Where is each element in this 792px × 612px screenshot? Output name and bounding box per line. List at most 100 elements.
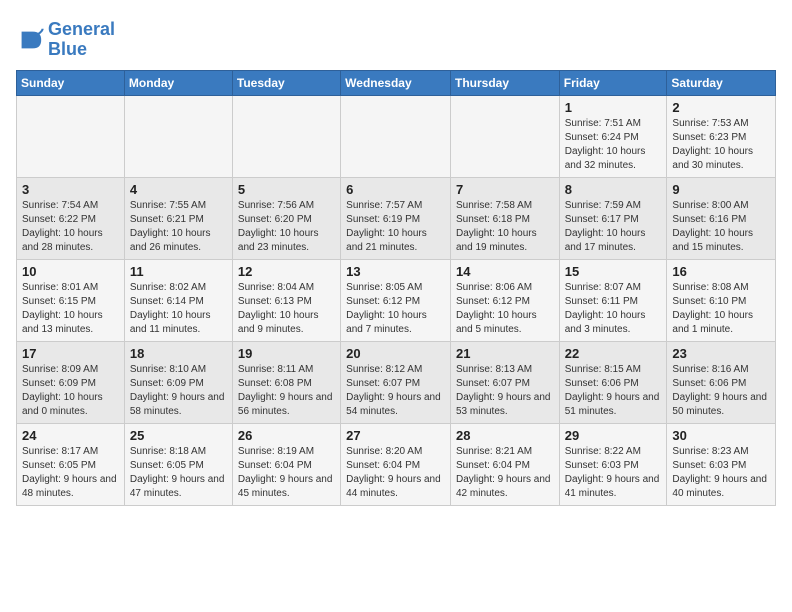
day-info: Sunrise: 8:17 AM Sunset: 6:05 PM Dayligh… [22, 445, 119, 501]
calendar-cell-w1d5: 8 Sunrise: 7:59 AM Sunset: 6:17 PM Daylig… [559, 177, 667, 259]
day-info: Sunrise: 8:02 AM Sunset: 6:14 PM Dayligh… [130, 281, 227, 337]
calendar-cell-w4d5: 29 Sunrise: 8:22 AM Sunset: 6:03 PM Dayli… [559, 423, 667, 505]
calendar-cell-w0d4 [450, 95, 559, 177]
calendar-cell-w2d0: 10 Sunrise: 8:01 AM Sunset: 6:15 PM Dayli… [17, 259, 125, 341]
day-number: 6 [346, 182, 445, 197]
col-header-tuesday: Tuesday [232, 70, 340, 95]
col-header-monday: Monday [124, 70, 232, 95]
day-number: 12 [238, 264, 335, 279]
day-info: Sunrise: 8:10 AM Sunset: 6:09 PM Dayligh… [130, 363, 227, 419]
calendar-cell-w0d3 [341, 95, 451, 177]
calendar-cell-w1d0: 3 Sunrise: 7:54 AM Sunset: 6:22 PM Daylig… [17, 177, 125, 259]
calendar-cell-w4d1: 25 Sunrise: 8:18 AM Sunset: 6:05 PM Dayli… [124, 423, 232, 505]
day-info: Sunrise: 7:54 AM Sunset: 6:22 PM Dayligh… [22, 199, 119, 255]
calendar-cell-w4d4: 28 Sunrise: 8:21 AM Sunset: 6:04 PM Dayli… [450, 423, 559, 505]
day-number: 16 [672, 264, 770, 279]
calendar-cell-w3d1: 18 Sunrise: 8:10 AM Sunset: 6:09 PM Dayli… [124, 341, 232, 423]
day-info: Sunrise: 8:18 AM Sunset: 6:05 PM Dayligh… [130, 445, 227, 501]
calendar-cell-w0d0 [17, 95, 125, 177]
day-info: Sunrise: 8:22 AM Sunset: 6:03 PM Dayligh… [565, 445, 662, 501]
day-number: 1 [565, 100, 662, 115]
day-number: 30 [672, 428, 770, 443]
day-number: 26 [238, 428, 335, 443]
calendar-table: SundayMondayTuesdayWednesdayThursdayFrid… [16, 70, 776, 506]
calendar-cell-w3d3: 20 Sunrise: 8:12 AM Sunset: 6:07 PM Dayli… [341, 341, 451, 423]
calendar-cell-w2d3: 13 Sunrise: 8:05 AM Sunset: 6:12 PM Dayli… [341, 259, 451, 341]
logo: General Blue [16, 20, 115, 60]
col-header-sunday: Sunday [17, 70, 125, 95]
day-info: Sunrise: 7:56 AM Sunset: 6:20 PM Dayligh… [238, 199, 335, 255]
day-number: 15 [565, 264, 662, 279]
calendar-cell-w4d2: 26 Sunrise: 8:19 AM Sunset: 6:04 PM Dayli… [232, 423, 340, 505]
day-info: Sunrise: 8:08 AM Sunset: 6:10 PM Dayligh… [672, 281, 770, 337]
col-header-friday: Friday [559, 70, 667, 95]
day-info: Sunrise: 7:51 AM Sunset: 6:24 PM Dayligh… [565, 117, 662, 173]
day-info: Sunrise: 8:07 AM Sunset: 6:11 PM Dayligh… [565, 281, 662, 337]
day-number: 21 [456, 346, 554, 361]
day-number: 5 [238, 182, 335, 197]
day-info: Sunrise: 8:01 AM Sunset: 6:15 PM Dayligh… [22, 281, 119, 337]
day-number: 25 [130, 428, 227, 443]
day-number: 2 [672, 100, 770, 115]
day-number: 19 [238, 346, 335, 361]
day-number: 17 [22, 346, 119, 361]
day-info: Sunrise: 7:57 AM Sunset: 6:19 PM Dayligh… [346, 199, 445, 255]
col-header-thursday: Thursday [450, 70, 559, 95]
day-info: Sunrise: 8:00 AM Sunset: 6:16 PM Dayligh… [672, 199, 770, 255]
calendar-cell-w0d2 [232, 95, 340, 177]
col-header-wednesday: Wednesday [341, 70, 451, 95]
day-info: Sunrise: 8:15 AM Sunset: 6:06 PM Dayligh… [565, 363, 662, 419]
day-info: Sunrise: 8:20 AM Sunset: 6:04 PM Dayligh… [346, 445, 445, 501]
calendar-cell-w4d0: 24 Sunrise: 8:17 AM Sunset: 6:05 PM Dayli… [17, 423, 125, 505]
day-info: Sunrise: 8:06 AM Sunset: 6:12 PM Dayligh… [456, 281, 554, 337]
day-info: Sunrise: 8:09 AM Sunset: 6:09 PM Dayligh… [22, 363, 119, 419]
day-info: Sunrise: 8:04 AM Sunset: 6:13 PM Dayligh… [238, 281, 335, 337]
day-info: Sunrise: 7:58 AM Sunset: 6:18 PM Dayligh… [456, 199, 554, 255]
calendar-cell-w1d2: 5 Sunrise: 7:56 AM Sunset: 6:20 PM Daylig… [232, 177, 340, 259]
calendar-cell-w2d4: 14 Sunrise: 8:06 AM Sunset: 6:12 PM Dayli… [450, 259, 559, 341]
day-number: 11 [130, 264, 227, 279]
day-number: 29 [565, 428, 662, 443]
calendar-cell-w2d1: 11 Sunrise: 8:02 AM Sunset: 6:14 PM Dayli… [124, 259, 232, 341]
day-number: 9 [672, 182, 770, 197]
day-number: 28 [456, 428, 554, 443]
day-number: 27 [346, 428, 445, 443]
day-info: Sunrise: 7:59 AM Sunset: 6:17 PM Dayligh… [565, 199, 662, 255]
day-number: 13 [346, 264, 445, 279]
calendar-cell-w1d6: 9 Sunrise: 8:00 AM Sunset: 6:16 PM Daylig… [667, 177, 776, 259]
calendar-cell-w3d0: 17 Sunrise: 8:09 AM Sunset: 6:09 PM Dayli… [17, 341, 125, 423]
calendar-cell-w2d5: 15 Sunrise: 8:07 AM Sunset: 6:11 PM Dayli… [559, 259, 667, 341]
day-info: Sunrise: 8:11 AM Sunset: 6:08 PM Dayligh… [238, 363, 335, 419]
day-number: 3 [22, 182, 119, 197]
day-number: 4 [130, 182, 227, 197]
logo-text: General Blue [48, 20, 115, 60]
day-number: 14 [456, 264, 554, 279]
day-number: 22 [565, 346, 662, 361]
day-info: Sunrise: 8:21 AM Sunset: 6:04 PM Dayligh… [456, 445, 554, 501]
calendar-cell-w1d4: 7 Sunrise: 7:58 AM Sunset: 6:18 PM Daylig… [450, 177, 559, 259]
day-info: Sunrise: 7:53 AM Sunset: 6:23 PM Dayligh… [672, 117, 770, 173]
day-number: 8 [565, 182, 662, 197]
calendar-cell-w3d5: 22 Sunrise: 8:15 AM Sunset: 6:06 PM Dayli… [559, 341, 667, 423]
calendar-cell-w2d2: 12 Sunrise: 8:04 AM Sunset: 6:13 PM Dayli… [232, 259, 340, 341]
calendar-cell-w0d6: 2 Sunrise: 7:53 AM Sunset: 6:23 PM Daylig… [667, 95, 776, 177]
day-info: Sunrise: 8:23 AM Sunset: 6:03 PM Dayligh… [672, 445, 770, 501]
day-info: Sunrise: 8:19 AM Sunset: 6:04 PM Dayligh… [238, 445, 335, 501]
header: General Blue [16, 16, 776, 60]
calendar-cell-w4d3: 27 Sunrise: 8:20 AM Sunset: 6:04 PM Dayli… [341, 423, 451, 505]
calendar-cell-w2d6: 16 Sunrise: 8:08 AM Sunset: 6:10 PM Dayli… [667, 259, 776, 341]
day-number: 20 [346, 346, 445, 361]
day-info: Sunrise: 8:05 AM Sunset: 6:12 PM Dayligh… [346, 281, 445, 337]
day-number: 7 [456, 182, 554, 197]
calendar-cell-w0d5: 1 Sunrise: 7:51 AM Sunset: 6:24 PM Daylig… [559, 95, 667, 177]
calendar-cell-w4d6: 30 Sunrise: 8:23 AM Sunset: 6:03 PM Dayli… [667, 423, 776, 505]
calendar-cell-w3d2: 19 Sunrise: 8:11 AM Sunset: 6:08 PM Dayli… [232, 341, 340, 423]
day-number: 10 [22, 264, 119, 279]
calendar-cell-w0d1 [124, 95, 232, 177]
calendar-cell-w1d3: 6 Sunrise: 7:57 AM Sunset: 6:19 PM Daylig… [341, 177, 451, 259]
day-number: 24 [22, 428, 119, 443]
day-number: 23 [672, 346, 770, 361]
day-info: Sunrise: 7:55 AM Sunset: 6:21 PM Dayligh… [130, 199, 227, 255]
day-info: Sunrise: 8:12 AM Sunset: 6:07 PM Dayligh… [346, 363, 445, 419]
day-number: 18 [130, 346, 227, 361]
